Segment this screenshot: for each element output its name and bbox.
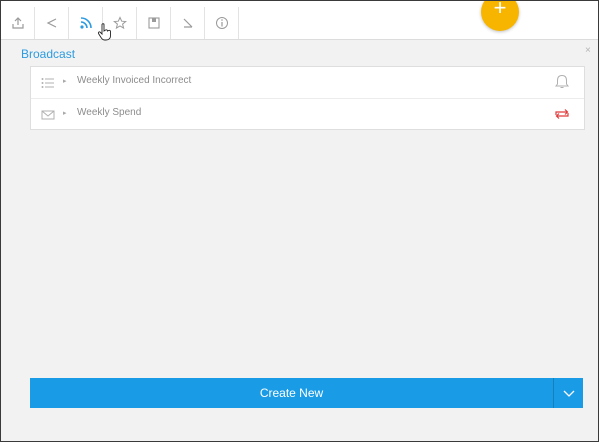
save-icon xyxy=(147,17,160,29)
info-button[interactable] xyxy=(205,7,239,39)
broadcast-icon xyxy=(79,17,92,29)
broadcast-name: Weekly Invoiced Incorrect xyxy=(77,75,192,86)
list-item[interactable]: ▸ Weekly Spend xyxy=(31,98,584,130)
expand-caret-icon[interactable]: ▸ xyxy=(63,109,67,117)
plus-icon: + xyxy=(493,0,507,20)
repeat-icon[interactable] xyxy=(553,106,571,122)
broadcast-list: ▸ Weekly Invoiced Incorrect ▸ Weekly Spe… xyxy=(30,66,585,130)
annotate-icon xyxy=(183,18,192,28)
expand-caret-icon[interactable]: ▸ xyxy=(63,77,67,85)
hand-cursor-icon xyxy=(97,23,113,46)
create-new-dropdown[interactable] xyxy=(553,378,583,408)
list-icon xyxy=(41,78,54,88)
share-icon xyxy=(46,18,56,28)
envelope-icon xyxy=(41,110,55,120)
export-icon xyxy=(11,17,24,29)
info-icon xyxy=(215,17,228,29)
save-button[interactable] xyxy=(137,7,171,39)
list-item[interactable]: ▸ Weekly Invoiced Incorrect xyxy=(31,67,584,98)
create-new-button[interactable]: Create New xyxy=(30,378,553,408)
share-button[interactable] xyxy=(35,7,69,39)
panel-title: Broadcast xyxy=(21,47,76,61)
broadcast-window: + Broadcast × ▸ Weekly Invoiced Incorrec… xyxy=(0,0,599,442)
broadcast-name: Weekly Spend xyxy=(77,107,142,118)
chevron-down-icon xyxy=(563,390,574,397)
create-new-bar: Create New xyxy=(30,378,583,408)
bell-icon[interactable] xyxy=(553,74,571,90)
export-button[interactable] xyxy=(1,7,35,39)
annotate-button[interactable] xyxy=(171,7,205,39)
close-icon[interactable]: × xyxy=(585,45,591,56)
star-icon xyxy=(112,16,127,30)
